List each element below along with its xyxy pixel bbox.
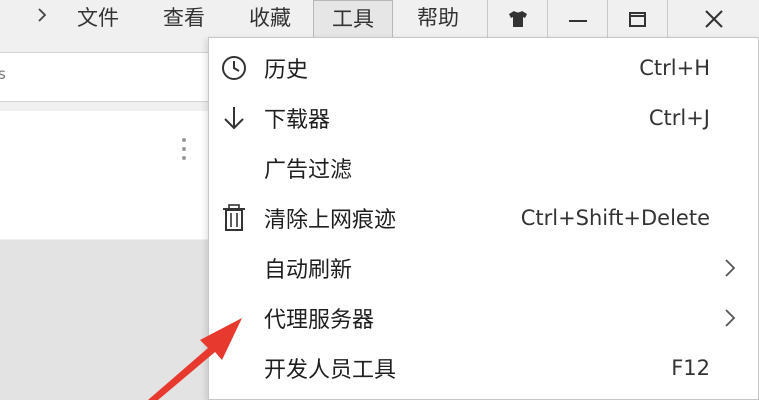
menu-item-label: 开发人员工具 [264,358,397,383]
menu-item-shortcut: F12 [671,356,710,380]
menu-item-auto-refresh[interactable]: 自动刷新 [209,243,758,293]
menu-item-label: 代理服务器 [264,308,375,333]
menu-item-shortcut: Ctrl+J [648,106,710,130]
menubar-chevron-icon[interactable] [30,0,54,37]
menu-item-developer-tools[interactable]: 开发人员工具 F12 [209,343,758,393]
address-bar[interactable]: s [0,52,215,102]
chevron-right-icon [725,309,736,327]
menu-item-ad-filter[interactable]: 广告过滤 [209,143,758,193]
close-button[interactable] [667,0,759,37]
menu-view[interactable]: 查看 [146,0,222,37]
minimize-button[interactable] [547,0,607,37]
download-arrow-icon [224,107,244,130]
menu-item-clear-history[interactable]: 清除上网痕迹 Ctrl+Shift+Delete [209,193,758,243]
address-text-fragment: s [0,65,6,83]
annotation-arrow-icon [148,318,242,400]
close-icon [704,9,723,28]
menu-favorites[interactable]: 收藏 [232,0,308,37]
tools-menu: 历史 Ctrl+H 下载器 Ctrl+J 广告过滤 清除上网痕迹 Ctrl+Sh… [208,37,759,400]
menu-bar: 文件 查看 收藏 工具 帮助 [0,0,759,37]
menu-item-history[interactable]: 历史 Ctrl+H [209,43,758,93]
menu-file[interactable]: 文件 [60,0,136,37]
menu-item-label: 广告过滤 [264,158,353,183]
menu-item-label: 下载器 [264,108,331,133]
minimize-icon [568,19,587,22]
menu-item-shortcut: Ctrl+Shift+Delete [520,206,710,230]
menu-item-downloader[interactable]: 下载器 Ctrl+J [209,93,758,143]
clock-icon [222,56,246,80]
menu-item-shortcut: Ctrl+H [639,56,710,80]
restore-icon [628,11,646,27]
chevron-right-icon [725,259,736,277]
menu-item-label: 历史 [264,58,309,83]
menu-item-proxy-server[interactable]: 代理服务器 [209,293,758,343]
menu-item-label: 清除上网痕迹 [264,208,397,233]
menu-item-label: 自动刷新 [264,258,353,283]
maximize-button[interactable] [607,0,667,37]
menu-help[interactable]: 帮助 [400,0,476,37]
menu-tools[interactable]: 工具 [313,0,393,37]
content-panel [0,111,215,239]
skin-button[interactable] [487,0,547,37]
drag-grip-icon[interactable] [182,138,186,164]
trash-icon [223,204,245,231]
tshirt-icon [508,10,527,27]
